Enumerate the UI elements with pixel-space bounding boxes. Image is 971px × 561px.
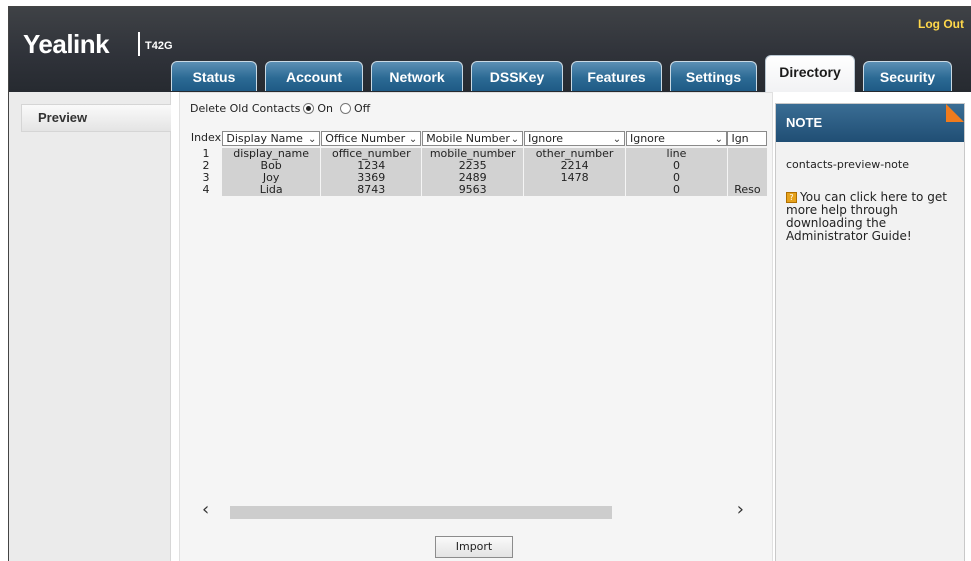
chevron-down-icon: ⌄ bbox=[308, 133, 317, 145]
table-cell: 9563 bbox=[421, 184, 525, 196]
table-cell: 1478 bbox=[523, 172, 627, 184]
chevron-down-icon: ⌄ bbox=[510, 133, 520, 145]
table-cell: Lida bbox=[221, 184, 322, 196]
column-select-2[interactable]: Office Number ⌄ bbox=[321, 130, 422, 146]
chevron-right-icon[interactable]: › bbox=[737, 501, 744, 519]
corner-flag-icon bbox=[946, 104, 964, 122]
scrollbar-thumb[interactable] bbox=[230, 506, 612, 519]
table-cell bbox=[727, 172, 768, 184]
delete-off-label: Off bbox=[354, 102, 371, 115]
table-cell: 2235 bbox=[421, 160, 525, 172]
column-select-3-value: Mobile Number bbox=[426, 131, 510, 145]
table-cell: display_name bbox=[221, 148, 322, 160]
web-ui-frame: Yealink T42G Log Out Status Account Netw… bbox=[8, 6, 971, 561]
tab-dsskey[interactable]: DSSKey bbox=[471, 61, 563, 91]
sidebar-item-preview[interactable]: Preview bbox=[21, 104, 171, 132]
column-select-2-value: Office Number bbox=[325, 131, 406, 145]
import-button[interactable]: Import bbox=[435, 536, 513, 558]
delete-on-label: On bbox=[317, 102, 334, 115]
table-cell: 2489 bbox=[421, 172, 525, 184]
column-select-1[interactable]: Display Name ⌄ bbox=[222, 130, 321, 146]
row-index: 3 bbox=[202, 172, 210, 184]
tab-features[interactable]: Features bbox=[571, 61, 662, 91]
table-cell: office_number bbox=[320, 148, 423, 160]
table-cell: Reso bbox=[727, 184, 768, 196]
note-title: NOTE bbox=[786, 115, 823, 130]
horizontal-scrollbar[interactable]: ‹ › bbox=[192, 501, 756, 521]
table-cell bbox=[523, 184, 627, 196]
table-cell: 2214 bbox=[523, 160, 627, 172]
table-cell: 0 bbox=[625, 184, 728, 196]
tab-settings[interactable]: Settings bbox=[670, 61, 757, 91]
help-text: You can click here to get more help thro… bbox=[786, 190, 947, 243]
column-select-1-value: Display Name bbox=[226, 131, 303, 145]
logo-divider bbox=[138, 32, 140, 56]
tab-security[interactable]: Security bbox=[863, 61, 952, 91]
row-index: 2 bbox=[202, 160, 210, 172]
column-select-4-value: Ignore bbox=[528, 131, 564, 145]
header: Yealink T42G Log Out Status Account Netw… bbox=[9, 7, 971, 92]
preview-panel: Delete Old Contacts On Off Index Display… bbox=[179, 92, 773, 561]
column-select-5-value: Ignore bbox=[629, 131, 665, 145]
table-cell: 0 bbox=[625, 172, 728, 184]
table-cell: 1234 bbox=[320, 160, 423, 172]
delete-on-radio[interactable] bbox=[303, 103, 315, 114]
table-cell bbox=[727, 148, 768, 160]
brand-logo: Yealink bbox=[23, 29, 110, 59]
delete-old-contacts-label: Delete Old Contacts bbox=[190, 102, 301, 115]
row-index: 1 bbox=[202, 148, 210, 160]
table-cell: line bbox=[625, 148, 728, 160]
row-index: 4 bbox=[202, 184, 210, 196]
chevron-down-icon: ⌄ bbox=[408, 133, 418, 145]
contacts-preview-grid: Index Display Name ⌄ Office Number ⌄ Mobil… bbox=[190, 130, 768, 250]
table-cell: 0 bbox=[625, 160, 728, 172]
chevron-left-icon[interactable]: ‹ bbox=[202, 501, 209, 519]
table-cell: Bob bbox=[221, 160, 322, 172]
tab-status[interactable]: Status bbox=[171, 61, 257, 91]
help-icon[interactable]: ? bbox=[786, 192, 797, 203]
help-link[interactable]: ? You can click here to get more help thr… bbox=[786, 191, 962, 243]
sidebar: Preview bbox=[9, 92, 171, 561]
table-row: 3 Joy 3369 2489 1478 0 bbox=[190, 172, 768, 184]
column-select-4[interactable]: Ignore ⌄ bbox=[524, 130, 626, 146]
column-select-6-value: Ign bbox=[731, 131, 749, 145]
note-panel: NOTE contacts-preview-note ? You can clic… bbox=[775, 103, 965, 561]
delete-old-contacts-row: Delete Old Contacts On Off bbox=[190, 102, 370, 115]
table-row: 4 Lida 8743 9563 0 Reso bbox=[190, 184, 768, 196]
chevron-down-icon: ⌄ bbox=[714, 133, 723, 145]
table-row: 1 display_name office_number mobile_numb… bbox=[190, 148, 768, 160]
table-cell: 3369 bbox=[320, 172, 423, 184]
table-row: 2 Bob 1234 2235 2214 0 bbox=[190, 160, 768, 172]
chevron-down-icon: ⌄ bbox=[612, 133, 622, 145]
column-select-5[interactable]: Ignore ⌄ bbox=[625, 130, 727, 146]
tab-directory[interactable]: Directory bbox=[765, 55, 855, 92]
tab-account[interactable]: Account bbox=[265, 61, 363, 91]
column-select-3[interactable]: Mobile Number ⌄ bbox=[422, 130, 524, 146]
index-header: Index bbox=[190, 131, 222, 144]
logout-link[interactable]: Log Out bbox=[918, 17, 964, 31]
table-cell bbox=[727, 160, 768, 172]
note-text: contacts-preview-note bbox=[786, 158, 909, 171]
tab-network[interactable]: Network bbox=[371, 61, 463, 91]
note-header: NOTE bbox=[776, 104, 964, 142]
table-cell: Joy bbox=[221, 172, 322, 184]
table-cell: 8743 bbox=[320, 184, 423, 196]
column-select-6[interactable]: Ign bbox=[727, 130, 768, 146]
delete-off-radio[interactable] bbox=[340, 103, 352, 114]
table-cell: other_number bbox=[523, 148, 627, 160]
contacts-preview-table: Index Display Name ⌄ Office Number ⌄ Mobil… bbox=[190, 130, 768, 196]
table-cell: mobile_number bbox=[421, 148, 525, 160]
model-label: T42G bbox=[145, 40, 173, 52]
